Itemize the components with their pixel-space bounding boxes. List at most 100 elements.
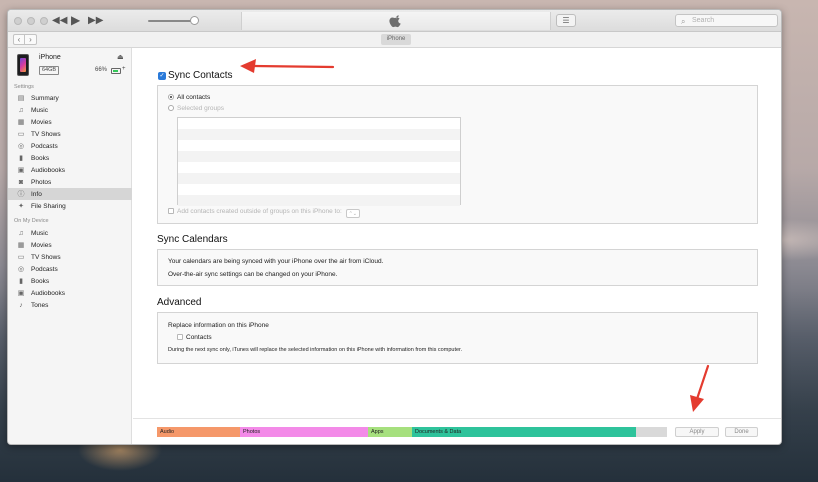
device-item-audiobooks[interactable]: ▣ Audiobooks: [8, 287, 132, 299]
settings-header: Settings: [14, 84, 34, 90]
battery-fill: [113, 70, 118, 72]
sidebar-item-books[interactable]: ▮ Books: [8, 152, 132, 164]
battery-percent: 66%: [95, 67, 108, 73]
sidebar-item-label: Movies: [31, 241, 52, 249]
device-item-books[interactable]: ▮ Books: [8, 275, 132, 287]
calendars-line-2: Over-the-air sync settings can be change…: [168, 271, 338, 278]
apply-button[interactable]: Apply: [675, 427, 719, 437]
device-item-movies[interactable]: ▦ Movies: [8, 239, 132, 251]
audiobook-icon: ▣: [17, 290, 25, 297]
device-item-music[interactable]: ♫ Music: [8, 227, 132, 239]
sidebar-item-label: Tones: [31, 301, 49, 309]
groups-list[interactable]: [177, 117, 461, 206]
back-chevron-icon[interactable]: ‹: [13, 34, 25, 45]
device-button[interactable]: iPhone: [381, 34, 411, 45]
eject-icon[interactable]: ⏏: [117, 53, 124, 61]
sidebar-item-podcasts[interactable]: ◎ Podcasts: [8, 140, 132, 152]
podcast-icon: ◎: [17, 266, 25, 273]
itunes-window: ◀◀ ▶ ▶▶ ☰ ⌕ Search ‹ › iPhone iPhone 64G…: [7, 9, 782, 445]
sidebar-item-label: Info: [31, 190, 42, 198]
add-outside-contacts-checkbox[interactable]: Add contacts created outside of groups o…: [168, 208, 360, 218]
rewind-icon[interactable]: ◀◀: [52, 15, 67, 27]
sidebar-item-label: TV Shows: [31, 130, 61, 138]
sync-contacts-title: Sync Contacts: [168, 70, 233, 81]
footer-bar: Audio Photos Apps Documents & Data Apply Do…: [133, 418, 781, 444]
podcast-icon: ◎: [17, 143, 25, 150]
radio-unselected-icon: [168, 105, 174, 111]
sidebar-item-photos[interactable]: ◙ Photos: [8, 176, 132, 188]
device-item-podcasts[interactable]: ◎ Podcasts: [8, 263, 132, 275]
calendars-panel: Your calendars are being synced with you…: [157, 249, 758, 286]
advanced-panel: Replace information on this iPhone Conta…: [157, 312, 758, 364]
sidebar-item-label: Music: [31, 229, 48, 237]
title-bar: ◀◀ ▶ ▶▶ ☰ ⌕ Search: [8, 10, 781, 32]
search-icon: ⌕: [681, 17, 686, 26]
search-input[interactable]: ⌕ Search: [675, 14, 778, 27]
replace-note: During the next sync only, iTunes will r…: [168, 347, 463, 353]
sidebar-item-label: Books: [31, 154, 50, 162]
settings-list: ▤ Summary ♫ Music ▦ Movies ▭ TV Shows ◎ Podcasts ▮…: [8, 92, 132, 212]
summary-icon: ▤: [17, 95, 25, 102]
tv-icon: ▭: [17, 254, 25, 261]
status-display: [241, 12, 551, 30]
advanced-title: Advanced: [157, 297, 202, 308]
all-contacts-radio[interactable]: All contacts: [168, 94, 210, 101]
sidebar-item-label: Podcasts: [31, 142, 58, 150]
contacts-panel: All contacts Selected groups Add contact…: [157, 85, 758, 224]
sidebar-item-summary[interactable]: ▤ Summary: [8, 92, 132, 104]
close-button[interactable]: [14, 17, 22, 25]
sidebar-item-label: Photos: [31, 178, 52, 186]
zoom-button[interactable]: [40, 17, 48, 25]
device-capacity-badge: 64GB: [39, 66, 60, 75]
sidebar-item-label: TV Shows: [31, 253, 61, 261]
device-item-tv-shows[interactable]: ▭ TV Shows: [8, 251, 132, 263]
window-controls: [14, 17, 48, 25]
info-icon: ⓘ: [17, 191, 25, 198]
replace-contacts-checkbox[interactable]: Contacts: [177, 334, 212, 341]
sidebar-item-file-sharing[interactable]: ✦ File Sharing: [8, 200, 132, 212]
tv-icon: ▭: [17, 131, 25, 138]
sidebar-item-label: File Sharing: [31, 202, 66, 210]
replace-contacts-label: Contacts: [186, 334, 212, 341]
selected-groups-radio[interactable]: Selected groups: [168, 105, 224, 112]
calendars-line-1: Your calendars are being synced with you…: [168, 258, 384, 265]
sidebar-item-label: Audiobooks: [31, 166, 65, 174]
device-card[interactable]: iPhone 64GB ⏏ 66% +: [8, 52, 132, 80]
sidebar-item-audiobooks[interactable]: ▣ Audiobooks: [8, 164, 132, 176]
sidebar-item-tv-shows[interactable]: ▭ TV Shows: [8, 128, 132, 140]
charging-icon: +: [122, 66, 126, 72]
group-select-stepper[interactable]: ⌃⌄: [345, 209, 360, 218]
history-buttons: ‹ ›: [13, 34, 37, 45]
sidebar-item-info[interactable]: ⓘ Info: [8, 188, 132, 200]
checkbox-icon: [177, 334, 183, 340]
checkbox-icon: [168, 208, 174, 214]
storage-segment-free: [636, 427, 667, 437]
book-icon: ▮: [19, 155, 23, 162]
sidebar-item-label: Movies: [31, 118, 52, 126]
navigation-bar: ‹ › iPhone: [8, 32, 781, 48]
on-my-device-list: ♫ Music ▦ Movies ▭ TV Shows ◎ Podcasts ▮ Books ▣ Au…: [8, 227, 132, 311]
sidebar-item-music[interactable]: ♫ Music: [8, 104, 132, 116]
volume-knob[interactable]: [190, 16, 199, 25]
camera-icon: ◙: [18, 178, 24, 186]
done-button[interactable]: Done: [725, 427, 758, 437]
audiobook-icon: ▣: [17, 167, 25, 174]
storage-capacity-bar: Audio Photos Apps Documents & Data: [157, 427, 667, 437]
play-icon[interactable]: ▶: [71, 14, 80, 26]
forward-chevron-icon[interactable]: ›: [25, 34, 37, 45]
list-view-icon[interactable]: ☰: [556, 14, 576, 27]
storage-segment-apps: Apps: [368, 427, 412, 437]
film-icon: ▦: [17, 119, 25, 126]
sidebar-item-label: Audiobooks: [31, 289, 65, 297]
file-sharing-icon: ✦: [18, 203, 24, 210]
sync-contacts-checkbox[interactable]: ✓: [158, 72, 166, 80]
device-item-tones[interactable]: ♪ Tones: [8, 299, 132, 311]
fast-forward-icon[interactable]: ▶▶: [88, 15, 103, 27]
sidebar: iPhone 64GB ⏏ 66% + Settings ▤ Summary ♫ Mu…: [8, 48, 132, 444]
music-note-icon: ♫: [18, 229, 24, 237]
sidebar-item-movies[interactable]: ▦ Movies: [8, 116, 132, 128]
minimize-button[interactable]: [27, 17, 35, 25]
volume-slider[interactable]: [148, 20, 196, 22]
apple-logo-icon: [389, 15, 401, 28]
add-outside-label: Add contacts created outside of groups o…: [177, 208, 342, 215]
